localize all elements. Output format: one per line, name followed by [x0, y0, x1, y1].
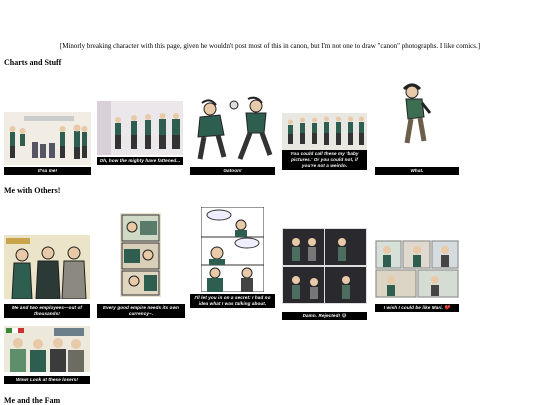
- thumbnail-its-a-me[interactable]: [4, 112, 91, 165]
- caption-rejected: Damn. Rejected! 😅: [282, 312, 367, 320]
- thumbnail-losers[interactable]: [4, 326, 90, 372]
- thumbnail-rejected[interactable]: [282, 228, 367, 304]
- caption-gatoon: Gatoon!: [190, 167, 275, 175]
- caption-secret: I'll let you in on a secret: I had no id…: [190, 294, 275, 308]
- caption-mighty-fattened: Oh, how the mighty have fattened...: [97, 157, 183, 165]
- thumbnail-currency[interactable]: [120, 213, 161, 297]
- caption-currency: Every good empire needs its own currency…: [97, 304, 185, 318]
- thumbnail-mighty-fattened[interactable]: [97, 101, 183, 155]
- thumbnail-secret[interactable]: [201, 207, 264, 292]
- caption-its-a-me: It'sa me!: [4, 167, 91, 175]
- section-title-charts: Charts and Stuff: [4, 58, 62, 67]
- caption-what: What.: [375, 167, 459, 175]
- thumbnail-mari[interactable]: [375, 240, 459, 298]
- section-title-fam: Me and the Fam: [4, 396, 61, 405]
- thumbnail-what[interactable]: [398, 83, 434, 148]
- caption-two-employees: Me and two employees—out of thousands!: [4, 304, 90, 318]
- thumbnail-gatoon[interactable]: [190, 93, 275, 163]
- intro-note: [Minorly breaking character with this pa…: [59, 42, 481, 50]
- caption-mari: I wish I could be like Mari. 💔: [375, 304, 459, 312]
- caption-baby-pictures: You could call these my 'baby pictures.'…: [282, 150, 367, 170]
- caption-losers: Wow! Look at these losers!: [4, 376, 90, 384]
- thumbnail-baby-pictures[interactable]: [282, 113, 367, 150]
- section-title-others: Me with Others!: [4, 186, 61, 195]
- thumbnail-two-employees[interactable]: [4, 235, 90, 299]
